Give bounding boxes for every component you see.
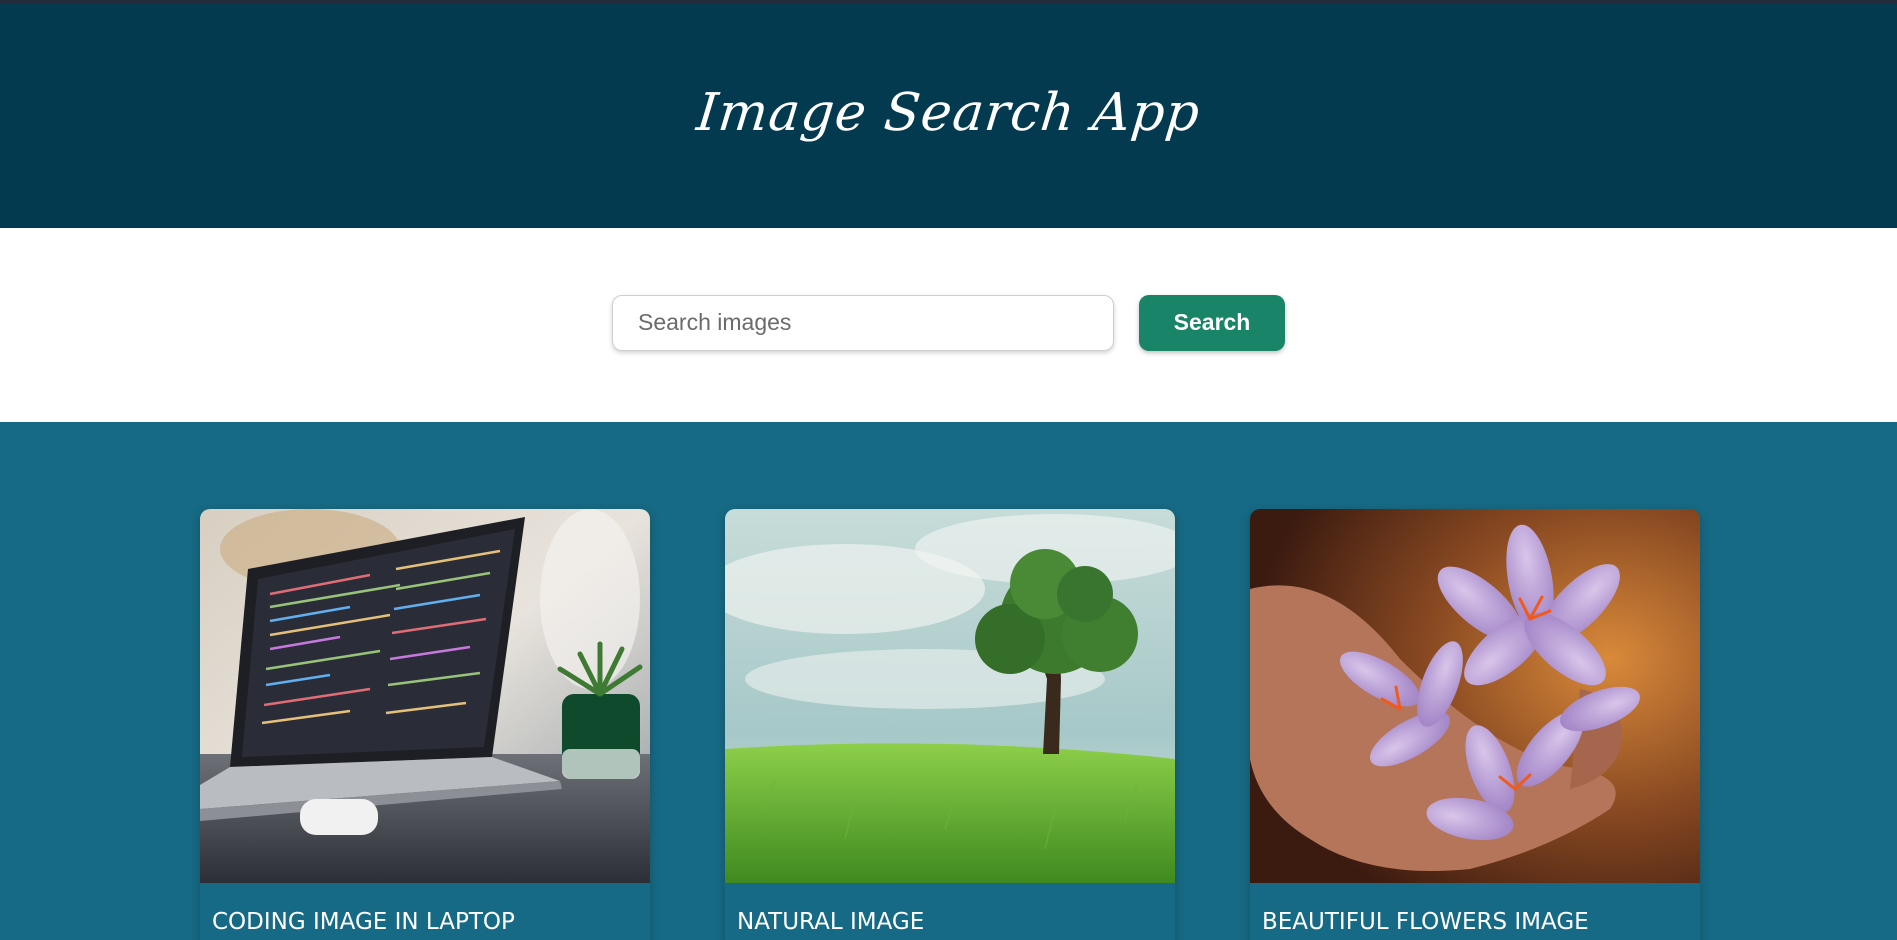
app-title: Image Search App xyxy=(693,82,1204,143)
result-title-link[interactable]: BEAUTIFUL FLOWERS IMAGE xyxy=(1250,883,1700,935)
result-image-flowers[interactable] xyxy=(1250,509,1700,883)
search-results: CODING IMAGE IN LAPTOP NATURAL IMAGE BEA… xyxy=(0,422,1897,940)
result-card: NATURAL IMAGE xyxy=(725,509,1175,940)
search-bar: Search xyxy=(0,228,1897,422)
result-card: CODING IMAGE IN LAPTOP xyxy=(200,509,650,940)
result-image-tree[interactable] xyxy=(725,509,1175,883)
app-header: Image Search App xyxy=(0,3,1897,228)
result-title-link[interactable]: CODING IMAGE IN LAPTOP xyxy=(200,883,650,935)
result-title-link[interactable]: NATURAL IMAGE xyxy=(725,883,1175,935)
result-card: BEAUTIFUL FLOWERS IMAGE xyxy=(1250,509,1700,940)
search-button[interactable]: Search xyxy=(1139,294,1285,351)
result-image-laptop[interactable] xyxy=(200,509,650,883)
search-input[interactable] xyxy=(612,294,1114,351)
